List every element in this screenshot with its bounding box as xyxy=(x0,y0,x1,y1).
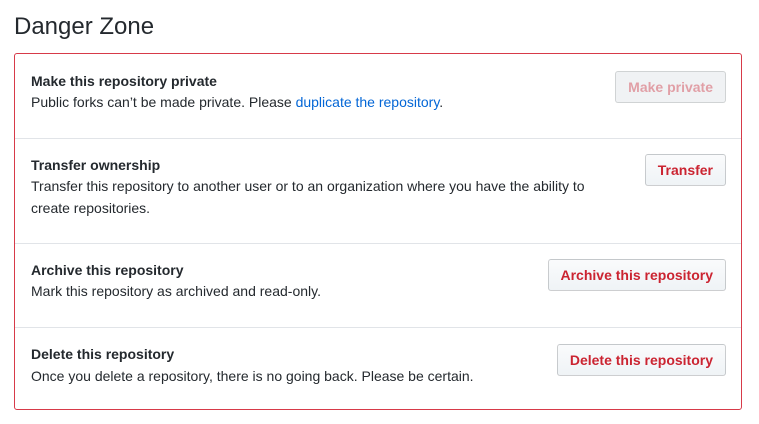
archive-description: Mark this repository as archived and rea… xyxy=(31,283,321,299)
transfer-description-line1: Transfer this repository to another user… xyxy=(31,178,585,194)
settings-row-transfer: Transfer ownership Transfer this reposit… xyxy=(15,138,741,244)
delete-description: Once you delete a repository, there is n… xyxy=(31,368,474,384)
page-title: Danger Zone xyxy=(14,13,155,40)
delete-repository-button[interactable]: Delete this repository xyxy=(556,344,726,376)
make-private-description: Public forks can’t be made private. Plea… xyxy=(31,91,443,113)
settings-row-make-private: Make this repository private Public fork… xyxy=(15,54,741,139)
transfer-button[interactable]: Transfer xyxy=(644,154,726,186)
settings-row-delete: Delete this repository Once you delete a… xyxy=(15,327,741,409)
archive-repository-button[interactable]: Archive this repository xyxy=(547,259,726,291)
transfer-title: Transfer ownership xyxy=(31,157,161,173)
make-private-button[interactable]: Make private xyxy=(615,71,726,103)
settings-row-archive: Archive this repository Mark this reposi… xyxy=(15,243,741,328)
make-private-description-text: Public forks can’t be made private. Plea… xyxy=(31,94,296,110)
make-private-description-suffix: . xyxy=(439,94,444,110)
make-private-title: Make this repository private xyxy=(31,73,217,89)
duplicate-repository-link[interactable]: duplicate the repository xyxy=(296,94,440,110)
delete-title: Delete this repository xyxy=(31,346,175,362)
danger-zone-box: Make this repository private Public fork… xyxy=(14,53,742,410)
archive-title: Archive this repository xyxy=(31,262,184,278)
transfer-description-line2: create repositories. xyxy=(31,200,151,216)
